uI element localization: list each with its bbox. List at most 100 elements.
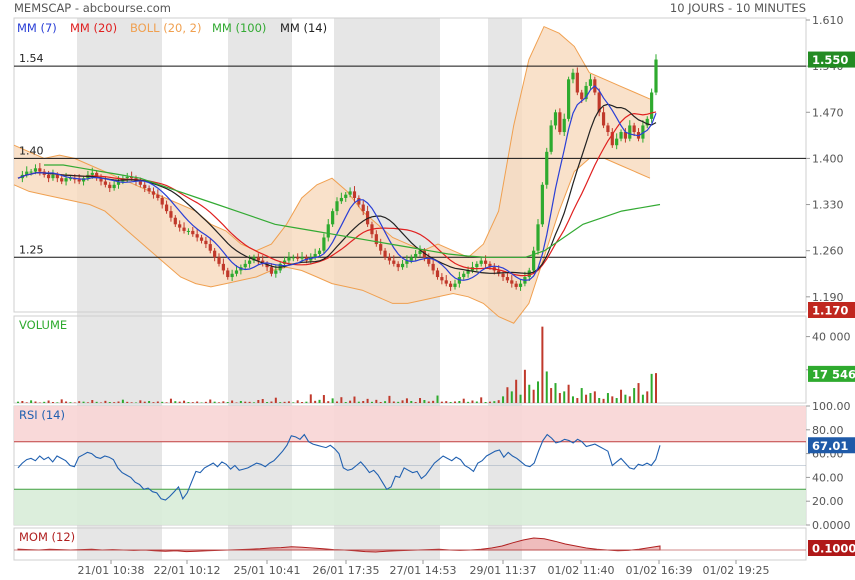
hline-label: 1.54 bbox=[19, 52, 44, 65]
volume-bar bbox=[331, 398, 334, 403]
time-tick-label: 01/02 11:40 bbox=[548, 564, 615, 577]
volume-bar bbox=[327, 401, 330, 403]
candle-body bbox=[143, 184, 147, 189]
candle-body bbox=[326, 224, 330, 238]
candle-body bbox=[296, 257, 300, 259]
volume-bar bbox=[349, 400, 352, 403]
candle-body bbox=[514, 283, 518, 287]
volume-bar bbox=[370, 401, 373, 403]
candle-body bbox=[606, 125, 610, 133]
candle-body bbox=[619, 132, 623, 139]
candle-body bbox=[182, 227, 186, 231]
session-band-0 bbox=[77, 18, 162, 560]
time-tick-label: 21/01 10:38 bbox=[78, 564, 145, 577]
volume-bar bbox=[493, 401, 496, 403]
volume-bar bbox=[191, 402, 194, 403]
volume-bar bbox=[30, 400, 33, 403]
volume-bar bbox=[650, 373, 653, 403]
rsi-label: RSI (14) bbox=[19, 408, 65, 422]
candle-body bbox=[540, 184, 544, 225]
volume-bar bbox=[121, 399, 124, 403]
volume-bar bbox=[239, 401, 242, 403]
volume-bar bbox=[17, 401, 19, 403]
legend-item: MM (14) bbox=[280, 21, 327, 35]
volume-bar bbox=[279, 402, 282, 403]
volume-bar bbox=[598, 398, 601, 403]
volume-tick-label: 40 000 bbox=[812, 331, 851, 344]
volume-bar bbox=[252, 402, 255, 403]
momentum-axis: 0.1000 bbox=[808, 540, 855, 556]
rsi-last-value: 67.01 bbox=[812, 439, 848, 453]
price-tick-label: 1.610 bbox=[812, 14, 844, 27]
candle-body bbox=[51, 174, 55, 179]
price-tick-label: 1.400 bbox=[812, 152, 844, 165]
rsi-tick-label: 40.00 bbox=[812, 471, 844, 484]
candle-body bbox=[431, 263, 435, 271]
candle-body bbox=[387, 257, 392, 261]
candle-body bbox=[226, 270, 230, 278]
candle-body bbox=[243, 263, 247, 268]
legend-item: MM (100) bbox=[212, 21, 266, 35]
candle-body bbox=[217, 257, 221, 264]
candle-body bbox=[151, 191, 156, 195]
volume-bar bbox=[510, 391, 513, 403]
legend-item: BOLL (20, 2) bbox=[130, 21, 201, 35]
time-tick-label: 26/01 17:35 bbox=[313, 564, 380, 577]
volume-bar bbox=[462, 398, 465, 403]
volume-bar bbox=[261, 399, 264, 403]
volume-bar bbox=[620, 389, 623, 403]
candle-body bbox=[571, 72, 575, 80]
volume-bar bbox=[628, 396, 631, 403]
candle-body bbox=[374, 234, 378, 245]
volume-bar bbox=[60, 399, 63, 403]
candle-body bbox=[248, 260, 252, 264]
candle-body bbox=[632, 125, 636, 133]
price-legend: MM (7) MM (20) BOLL (20, 2) MM (100) MM (14) bbox=[17, 21, 327, 35]
volume-bar bbox=[21, 401, 24, 403]
candle-body bbox=[558, 112, 562, 133]
candle-body bbox=[505, 277, 510, 281]
candle-body bbox=[580, 92, 584, 100]
low-price-value: 1.170 bbox=[812, 304, 848, 318]
last-price-value: 1.550 bbox=[812, 53, 848, 67]
candle-body bbox=[103, 181, 107, 185]
time-tick-label: 25/01 10:41 bbox=[234, 564, 301, 577]
volume-bar bbox=[266, 402, 269, 403]
volume-bar bbox=[292, 402, 295, 403]
volume-bar bbox=[130, 402, 133, 403]
volume-bar bbox=[65, 401, 68, 403]
candle-body bbox=[38, 168, 42, 172]
rsi-axis: 100.0080.0060.0040.0020.000.000067.01 bbox=[806, 400, 855, 532]
rsi-oversold-zone bbox=[14, 489, 806, 525]
legend-item: MM (7) bbox=[17, 21, 57, 35]
volume-bar bbox=[471, 400, 474, 403]
volume-bar bbox=[357, 401, 360, 403]
candle-body bbox=[269, 267, 274, 274]
candle-body bbox=[650, 92, 654, 119]
volume-bar bbox=[392, 401, 395, 403]
volume-bar bbox=[169, 398, 172, 403]
candle-body bbox=[169, 211, 173, 218]
volume-bar bbox=[222, 401, 225, 403]
volume-bar bbox=[427, 401, 430, 403]
candle-body bbox=[300, 257, 304, 259]
candle-body bbox=[112, 184, 116, 189]
mom-label: MOM (12) bbox=[19, 530, 75, 544]
rsi-overbought-zone bbox=[14, 406, 806, 442]
volume-bar bbox=[637, 383, 640, 403]
candle-body bbox=[208, 244, 212, 251]
volume-bar bbox=[56, 402, 59, 403]
candle-body bbox=[331, 211, 335, 225]
volume-bar bbox=[51, 402, 54, 403]
volume-bar bbox=[248, 401, 251, 403]
volume-bar bbox=[646, 391, 649, 403]
candle-body bbox=[173, 217, 177, 225]
session-band-1 bbox=[228, 18, 292, 560]
candle-body bbox=[77, 179, 81, 182]
volume-bar bbox=[388, 395, 391, 403]
volume-bar bbox=[156, 401, 159, 403]
volume-bar bbox=[624, 394, 627, 403]
volume-bar bbox=[414, 402, 417, 403]
volume-bar bbox=[287, 401, 290, 403]
chart-period: 10 JOURS - 10 MINUTES bbox=[670, 1, 806, 15]
